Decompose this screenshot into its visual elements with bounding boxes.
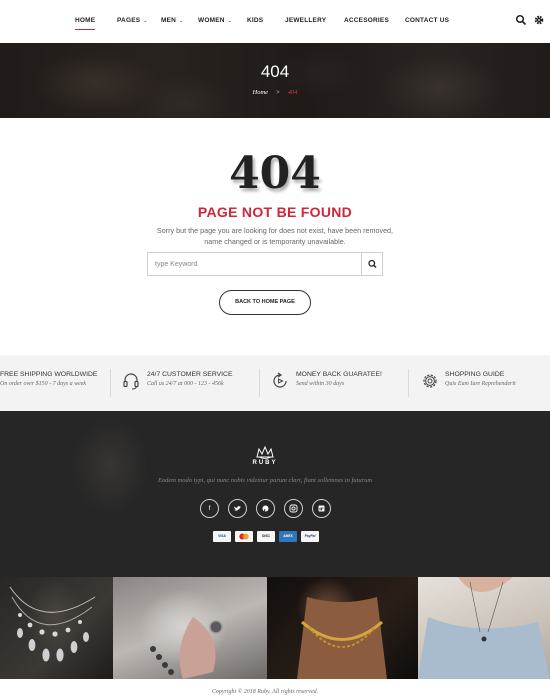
facebook-icon[interactable]: f [200, 499, 219, 518]
necklace-illustration [9, 586, 96, 662]
pinterest-icon[interactable] [256, 499, 275, 518]
gear-icon [423, 374, 437, 388]
gold-necklace-illustration [297, 597, 387, 679]
hand-ring-illustration [150, 617, 223, 679]
chevron-down-icon: ⌄ [179, 18, 184, 24]
nav-contact-us-label: CONTACT US [405, 17, 450, 24]
services-bar: FREE SHIPPING WORLDWIDE On order over $1… [0, 355, 550, 411]
twitter-bird-icon [234, 506, 241, 511]
service-subtitle: On order over $150 - 7 days a week [0, 381, 87, 387]
paypal-card-icon: PayPal [301, 531, 319, 542]
nav-men-label: MEN [161, 17, 177, 24]
nav-women-label: WOMEN [198, 17, 225, 24]
divider [110, 369, 111, 397]
nav-contact-us[interactable]: CONTACT US [405, 17, 449, 24]
gallery-image-pendant[interactable] [418, 577, 550, 679]
breadcrumb: Home >404 [0, 89, 550, 96]
nav-kids-label: KIDS [247, 17, 264, 24]
nav-men[interactable]: MEN ⌄ [161, 17, 183, 24]
logo-text: RUBY [252, 460, 278, 466]
search-icon[interactable] [515, 14, 527, 26]
gallery-image-necklace[interactable] [0, 577, 113, 679]
footer-tagline: Eodem modo typi, qui nunc nobis videntur… [157, 477, 373, 484]
refresh-icon [273, 372, 287, 388]
search-input[interactable] [148, 253, 362, 275]
nav-pages[interactable]: PAGES ⌄ [117, 17, 148, 24]
back-to-home-button[interactable]: BACK TO HOME PAGE [219, 290, 311, 315]
error-title: PAGE NOT BE FOUND [197, 204, 353, 220]
nav-jewellery-label: JEWELLERY [285, 17, 327, 24]
service-subtitle: Send within 30 days [296, 381, 345, 387]
amex-card-icon: AMEX [279, 531, 297, 542]
instagram-icon[interactable] [284, 499, 303, 518]
nav-accesories-label: ACCESORIES [344, 17, 389, 24]
service-guide: SHOPPING GUIDE Quis Eum Iure Reprehender… [445, 371, 516, 387]
error-message: Sorry but the page you are looking for d… [156, 226, 394, 246]
service-customer: 24/7 CUSTOMER SERVICE Call us 24/7 at 00… [147, 371, 233, 387]
divider [259, 369, 260, 397]
chevron-down-icon: ⌄ [227, 18, 233, 24]
search-box [147, 252, 383, 276]
service-shipping: FREE SHIPPING WORLDWIDE On order over $1… [0, 371, 97, 387]
pinterest-p-icon [262, 505, 269, 513]
discover-card-icon: DISC [257, 531, 275, 542]
top-nav: HOME PAGES ⌄ MEN ⌄ WOMEN ⌄ KIDS JEWELLERY A… [0, 0, 550, 43]
gear-icon[interactable] [533, 14, 545, 26]
error-code: 404 [229, 148, 321, 199]
headset-icon [123, 373, 139, 390]
service-money-back: MONEY BACK GUARATEE! Send within 30 days [296, 371, 382, 387]
footer [0, 411, 550, 577]
nav-jewellery[interactable]: JEWELLERY [285, 17, 326, 24]
mastercard-icon [235, 531, 253, 542]
service-title: MONEY BACK GUARATEE! [296, 371, 382, 378]
chevron-down-icon: ⌄ [143, 18, 148, 24]
breadcrumb-current: 404 [287, 89, 298, 96]
instagram-camera-icon [289, 504, 298, 513]
banner-title: 404 [260, 62, 290, 81]
nav-home-label: HOME [75, 17, 96, 24]
service-title: 24/7 CUSTOMER SERVICE [147, 371, 233, 378]
service-subtitle: Call us 24/7 at 000 - 123 - 456k [147, 381, 224, 387]
mastercard-circles-icon [239, 533, 249, 540]
search-button[interactable] [361, 253, 382, 275]
gallery-image-gold-necklace[interactable] [267, 577, 418, 679]
gallery-image-fur-ring[interactable] [113, 577, 267, 679]
linkedin-in-icon [318, 505, 325, 512]
nav-kids[interactable]: KIDS [247, 17, 263, 24]
nav-home[interactable]: HOME [75, 17, 96, 30]
service-title: FREE SHIPPING WORLDWIDE [0, 371, 98, 378]
copyright: Copyright © 2018 Ruby. All rights reserv… [211, 689, 319, 695]
twitter-icon[interactable] [228, 499, 247, 518]
pendant-illustration [418, 577, 550, 679]
divider [408, 369, 409, 397]
service-subtitle: Quis Eum Iure Reprehenderit [445, 381, 516, 387]
breadcrumb-separator: > [276, 89, 280, 96]
visa-card-icon: VISA [213, 531, 231, 542]
nav-pages-label: PAGES [117, 17, 141, 24]
search-icon [368, 259, 377, 268]
nav-accesories[interactable]: ACCESORIES [344, 17, 389, 24]
linkedin-icon[interactable] [312, 499, 331, 518]
breadcrumb-home[interactable]: Home [253, 89, 269, 96]
service-title: SHOPPING GUIDE [445, 371, 505, 378]
nav-women[interactable]: WOMEN ⌄ [198, 17, 232, 24]
